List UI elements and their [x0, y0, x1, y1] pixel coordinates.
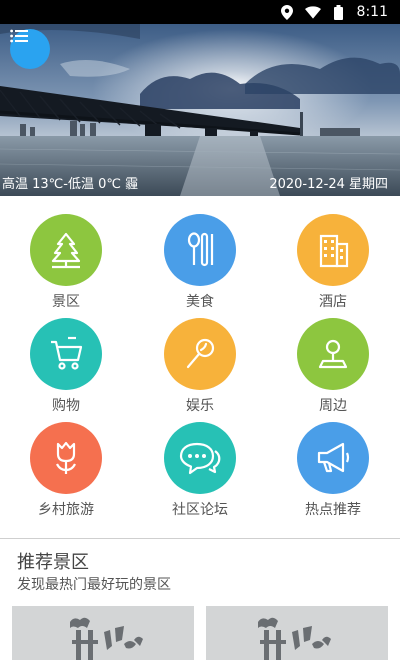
date-text: 2020-12-24 星期四 [269, 177, 388, 192]
category-label: 美食 [186, 294, 214, 310]
clock-time: 8:11 [356, 4, 388, 20]
scenic-card[interactable] [206, 606, 388, 660]
scenic-card[interactable] [12, 606, 194, 660]
category-scenic[interactable]: 景区 [6, 214, 126, 314]
category-label: 景区 [52, 294, 80, 310]
category-entertainment[interactable]: 娱乐 [140, 318, 260, 418]
category-shopping[interactable]: 购物 [6, 318, 126, 418]
category-label: 热点推荐 [305, 502, 361, 518]
battery-icon [331, 4, 347, 20]
category-hotel[interactable]: 酒店 [273, 214, 393, 314]
hotel-icon [297, 214, 369, 286]
category-forum[interactable]: 社区论坛 [140, 422, 260, 522]
tree-icon [30, 214, 102, 286]
microphone-icon [164, 318, 236, 390]
category-label: 周边 [319, 398, 347, 414]
map-pin-icon [297, 318, 369, 390]
category-label: 乡村旅游 [38, 502, 94, 518]
category-nearby[interactable]: 周边 [273, 318, 393, 418]
category-label: 娱乐 [186, 398, 214, 414]
category-label: 酒店 [319, 294, 347, 310]
banner-image[interactable]: 高温 13℃-低温 0℃ 霾 2020-12-24 星期四 [0, 24, 400, 196]
recommend-subtitle: 发现最热门最好玩的景区 [17, 577, 171, 593]
section-divider [0, 538, 400, 539]
chat-icon [164, 422, 236, 494]
card-logo-image [12, 606, 194, 660]
weather-text: 高温 13℃-低温 0℃ 霾 [2, 177, 139, 192]
status-bar: 8:11 [0, 0, 400, 24]
category-hot-recommend[interactable]: 热点推荐 [273, 422, 393, 522]
cart-icon [30, 318, 102, 390]
category-rural-tourism[interactable]: 乡村旅游 [6, 422, 126, 522]
category-label: 社区论坛 [172, 502, 228, 518]
wifi-icon [304, 4, 321, 20]
megaphone-icon [297, 422, 369, 494]
category-label: 购物 [52, 398, 80, 414]
tulip-icon [30, 422, 102, 494]
menu-button[interactable] [10, 29, 50, 69]
category-food[interactable]: 美食 [140, 214, 260, 314]
location-icon [279, 4, 295, 20]
card-logo-image [206, 606, 388, 660]
recommend-title: 推荐景区 [17, 552, 89, 573]
spoon-fork-icon [164, 214, 236, 286]
category-grid: 景区 美食 酒店 购物 娱乐 周边 乡村旅游 社区论坛 热点推荐 [0, 196, 400, 526]
